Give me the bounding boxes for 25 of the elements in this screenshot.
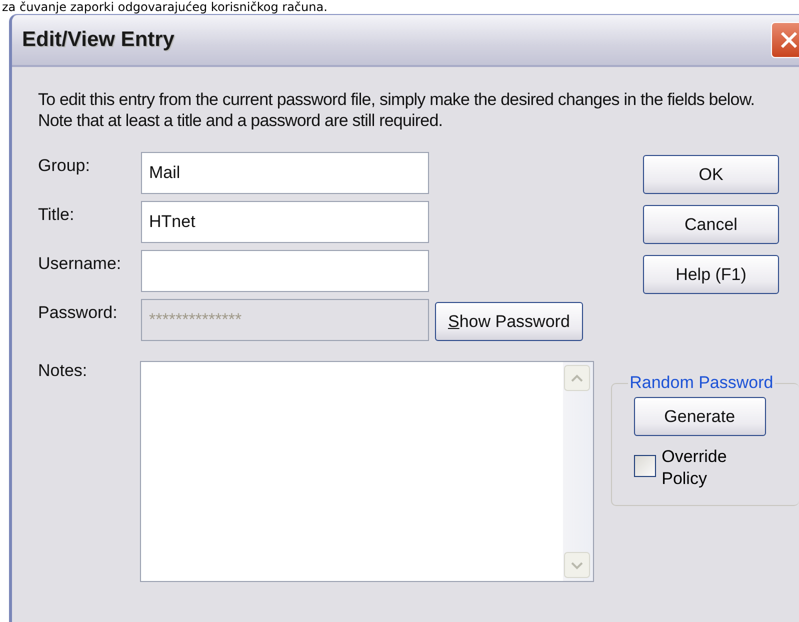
input-field[interactable] (141, 250, 429, 292)
window-title: Edit/View Entry (22, 28, 174, 52)
dialog-button[interactable]: Help (F1) (643, 255, 779, 294)
dialog-button[interactable]: OK (643, 155, 779, 194)
input-field[interactable]: Mail (141, 152, 429, 194)
group-title: Random Password (628, 373, 774, 393)
scrollbar[interactable] (562, 362, 593, 581)
caption-text: za čuvanje zaporki odgovarajućeg korisničkog računa. (1, 0, 328, 14)
generate-button[interactable]: Generate (634, 397, 766, 436)
checkbox[interactable] (634, 455, 656, 477)
notes-label: Notes: (38, 361, 88, 382)
field-label: Password: (38, 302, 118, 324)
field-label: Username: (38, 253, 122, 275)
field-label: Title: (38, 204, 76, 226)
checkbox-label: Override Policy (662, 446, 728, 490)
field-label: Group: (38, 155, 91, 177)
dialog-button[interactable]: Cancel (643, 205, 779, 244)
instructions-text: To edit this entry from the current password file, simply make the desired changes in the fields below. Note that at least a title and a password are still required. (38, 89, 756, 131)
show-password-button[interactable]: Show Password (435, 302, 583, 341)
close-button[interactable] (771, 22, 799, 58)
input-field[interactable]: HTnet (141, 201, 429, 243)
scroll-up-icon[interactable] (564, 365, 590, 391)
scroll-down-icon[interactable] (564, 552, 590, 578)
close-icon (778, 29, 799, 51)
notes-field[interactable] (140, 361, 594, 582)
